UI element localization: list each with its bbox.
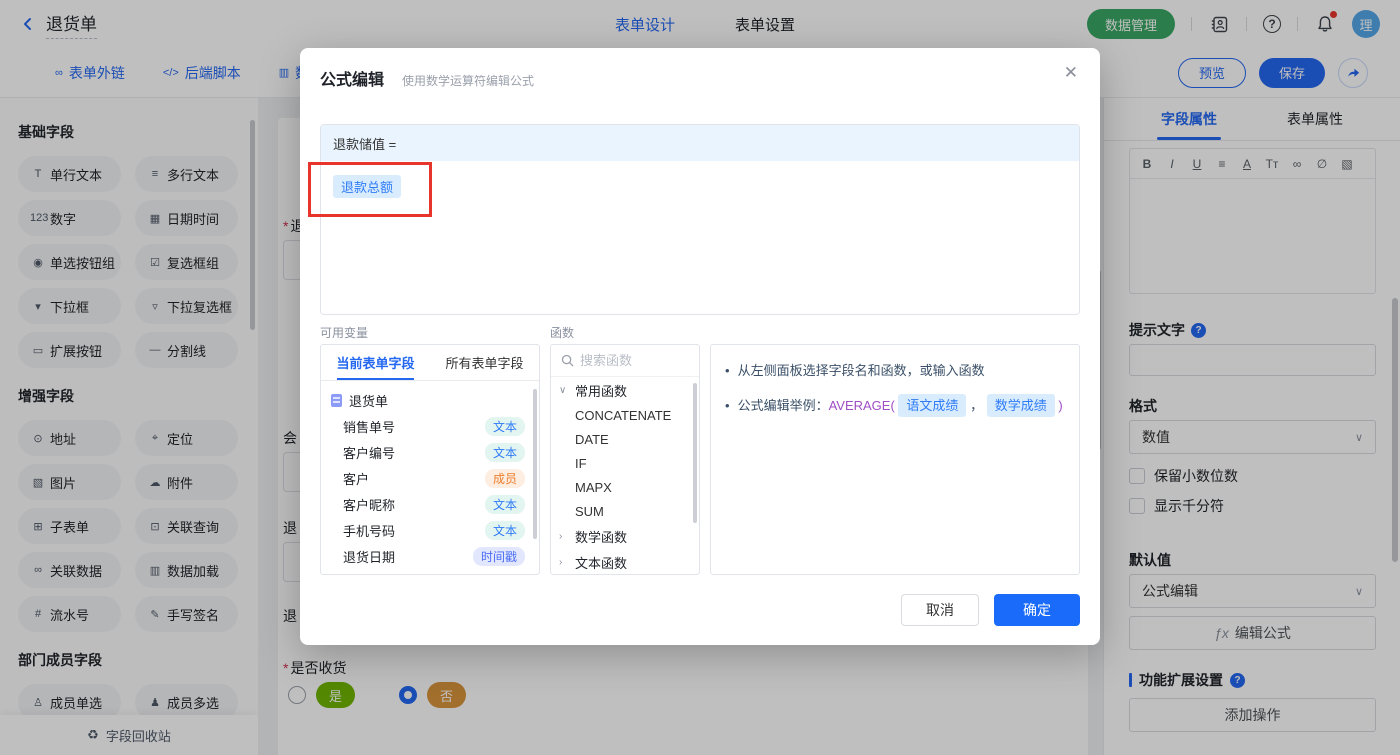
variable-row[interactable]: 客户 成员 <box>321 465 539 491</box>
confirm-button[interactable]: 确定 <box>994 594 1080 626</box>
close-icon[interactable]: ✕ <box>1064 63 1078 83</box>
function-item[interactable]: IF <box>551 451 699 475</box>
variables-panel: 当前表单字段 所有表单字段 退货单 销售单号 文本 客户编号 文本 客户 成员 客户昵称 文本… <box>320 344 540 575</box>
formula-edit-dialog: 公式编辑 使用数学运算符编辑公式 ✕ 退款储值 = 退款总额 可用变量 函数 当… <box>300 48 1100 645</box>
variable-name: 销售单号 <box>343 419 396 435</box>
function-group[interactable]: › 数学函数 <box>551 523 699 549</box>
variable-row[interactable]: 客户昵称 文本 <box>321 491 539 517</box>
dialog-subtitle: 使用数学运算符编辑公式 <box>402 74 535 88</box>
variable-name: 客户昵称 <box>343 497 396 513</box>
function-item[interactable]: MAPX <box>551 475 699 499</box>
search-icon <box>561 354 574 367</box>
bullet-icon: • <box>725 397 730 413</box>
function-item[interactable]: DATE <box>551 427 699 451</box>
help-text-1: 从左侧面板选择字段名和函数，或输入函数 <box>737 363 985 378</box>
formula-target: 退款储值 = <box>321 125 1079 161</box>
dialog-title: 公式编辑 <box>320 72 385 89</box>
variable-name: 退货日期 <box>343 549 396 565</box>
function-group[interactable]: ∨ 常用函数 <box>551 377 699 403</box>
formula-field-chip[interactable]: 退款总额 <box>333 175 402 198</box>
variable-row[interactable]: 销售单号 文本 <box>321 413 539 439</box>
chevron-down-icon: ∨ <box>559 384 567 396</box>
function-item[interactable]: SUM <box>551 499 699 523</box>
formula-editor[interactable]: 退款储值 = 退款总额 <box>320 124 1080 315</box>
function-group-name: 文本函数 <box>575 555 628 571</box>
formula-help-panel: • 从左侧面板选择字段名和函数，或输入函数 • 公式编辑举例：AVERAGE( … <box>710 344 1080 575</box>
tab-current-form-fields[interactable]: 当前表单字段 <box>321 345 430 380</box>
formula-body[interactable]: 退款总额 <box>321 161 1079 314</box>
variable-name: 客户 <box>343 471 370 487</box>
variable-type-badge: 文本 <box>484 494 525 514</box>
help-text-2: 公式编辑举例：AVERAGE( 语文成绩 ， 数学成绩 ) <box>738 393 1063 417</box>
variable-type-badge: 文本 <box>484 442 525 462</box>
variable-list: 退货单 销售单号 文本 客户编号 文本 客户 成员 客户昵称 文本 手机号码 文本 退货日期 时间戳 <box>321 381 539 569</box>
tab-all-form-fields[interactable]: 所有表单字段 <box>430 345 539 380</box>
variables-scrollbar[interactable] <box>533 389 537 539</box>
variable-row[interactable]: 退货日期 时间戳 <box>321 543 539 569</box>
variable-row[interactable]: 手机号码 文本 <box>321 517 539 543</box>
function-group-name: 数学函数 <box>575 529 628 545</box>
bullet-icon: • <box>725 363 730 378</box>
variables-label: 可用变量 <box>320 326 369 340</box>
functions-label: 函数 <box>550 326 575 340</box>
variable-name: 手机号码 <box>343 523 396 539</box>
form-doc-icon <box>331 393 342 407</box>
cancel-button[interactable]: 取消 <box>901 594 979 626</box>
function-group-name: 常用函数 <box>575 383 628 399</box>
form-name: 退货单 <box>349 393 389 409</box>
variable-type-badge: 时间戳 <box>472 546 525 566</box>
variable-type-badge: 成员 <box>484 468 525 488</box>
variable-type-badge: 文本 <box>484 416 525 436</box>
functions-panel: ∨ 常用函数 CONCATENATEDATEIFMAPXSUM › 数学函数 › 文本函数 <box>550 344 700 575</box>
variable-row[interactable]: 客户编号 文本 <box>321 439 539 465</box>
chevron-right-icon: › <box>559 530 563 542</box>
function-search-input[interactable] <box>580 353 680 368</box>
example-field-chip: 数学成绩 <box>986 393 1055 417</box>
functions-scrollbar[interactable] <box>693 383 697 523</box>
function-item[interactable]: CONCATENATE <box>551 403 699 427</box>
chevron-right-icon: › <box>559 556 563 568</box>
example-function: AVERAGE( <box>828 397 895 413</box>
example-close-paren: ) <box>1058 397 1063 413</box>
variable-type-badge: 文本 <box>484 520 525 540</box>
function-search[interactable] <box>551 345 699 377</box>
example-field-chip: 语文成绩 <box>898 393 967 417</box>
variable-tree-root[interactable]: 退货单 <box>321 387 539 413</box>
variable-name: 客户编号 <box>343 445 396 461</box>
function-tree: ∨ 常用函数 CONCATENATE DATE IF MAPX SUM › 数学函数 › 文本函数 <box>551 377 699 574</box>
function-group[interactable]: › 文本函数 <box>551 549 699 574</box>
